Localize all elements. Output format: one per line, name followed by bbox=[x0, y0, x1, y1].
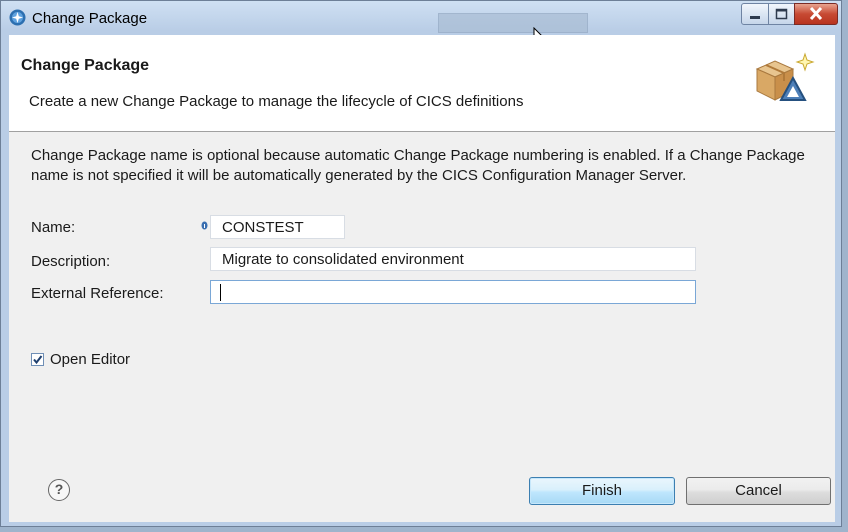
title-bar[interactable]: Change Package bbox=[1, 1, 841, 48]
info-message: Change Package name is optional because … bbox=[31, 147, 805, 184]
external-reference-input[interactable] bbox=[210, 280, 696, 304]
gear-star-icon bbox=[9, 9, 26, 26]
minimize-icon bbox=[750, 16, 760, 19]
open-editor-checkbox[interactable] bbox=[31, 353, 44, 366]
dialog-window: Change Package Change Package Create a n… bbox=[0, 0, 842, 527]
cancel-button[interactable]: Cancel bbox=[686, 477, 831, 505]
close-icon bbox=[809, 6, 823, 21]
close-button[interactable] bbox=[794, 3, 838, 25]
header-banner: Change Package Create a new Change Packa… bbox=[9, 35, 835, 132]
description-input[interactable]: Migrate to consolidated environment bbox=[210, 247, 696, 271]
maximize-button[interactable] bbox=[768, 3, 795, 25]
package-icon bbox=[755, 52, 815, 101]
external-reference-label: External Reference: bbox=[31, 285, 164, 302]
name-input-value: CONSTEST bbox=[222, 219, 304, 236]
minimize-button[interactable] bbox=[741, 3, 769, 25]
dialog-body: Change Package Create a new Change Packa… bbox=[9, 35, 835, 522]
text-caret bbox=[220, 284, 221, 301]
description-input-value: Migrate to consolidated environment bbox=[222, 251, 464, 268]
description-label: Description: bbox=[31, 253, 111, 270]
name-label: Name: bbox=[31, 219, 76, 236]
help-button[interactable]: ? bbox=[48, 479, 70, 501]
banner-description: Create a new Change Package to manage th… bbox=[29, 93, 524, 110]
window-title: Change Package bbox=[32, 10, 148, 27]
maximize-icon bbox=[775, 8, 788, 20]
finish-button[interactable]: Finish bbox=[529, 477, 675, 505]
background-window-field bbox=[438, 13, 588, 33]
info-decoration-icon bbox=[201, 221, 208, 230]
banner-title: Change Package bbox=[21, 57, 150, 74]
name-input[interactable]: CONSTEST bbox=[210, 215, 345, 239]
checkmark-icon bbox=[33, 355, 43, 365]
open-editor-label: Open Editor bbox=[50, 351, 131, 368]
